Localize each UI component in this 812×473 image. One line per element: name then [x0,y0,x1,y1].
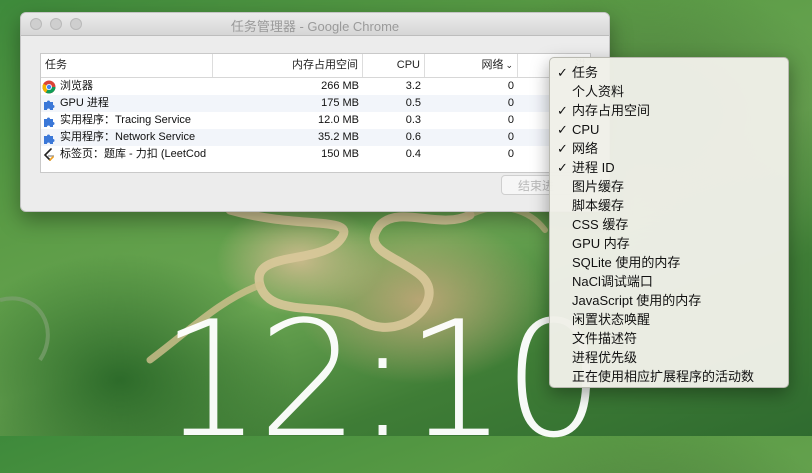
puzzle-icon [42,114,56,128]
table-row[interactable]: 浏览器 266 MB 3.2 0 [41,78,590,95]
checkmark-icon: ✓ [557,103,568,118]
table-row[interactable]: 实用程序：Tracing Service 12.0 MB 0.3 0 [41,112,590,129]
table-row[interactable]: 标签页：题库 - 力扣 (LeetCod 150 MB 0.4 0 [41,146,590,163]
checkmark-icon: ✓ [557,65,568,80]
menu-item[interactable]: 脚本缓存 [550,196,788,215]
menu-item[interactable]: ✓ 网络 [550,139,788,158]
task-cell: 实用程序：Network Service [41,129,213,146]
task-cell: 标签页：题库 - 力扣 (LeetCod [41,146,213,163]
menu-item[interactable]: ✓ 进程 ID [550,158,788,177]
task-manager-window: 任务管理器 - Google Chrome 任务 内存占用空间 CPU 网络 ⌄ … [20,12,610,212]
puzzle-icon [42,97,56,111]
task-cell: 浏览器 [41,78,213,95]
menu-item[interactable]: GPU 内存 [550,234,788,253]
menu-item-label: SQLite 使用的内存 [572,255,681,270]
window-title: 任务管理器 - Google Chrome [230,19,400,34]
column-context-menu: ✓ 任务个人资料 ✓ 内存占用空间 ✓ CPU ✓ 网络 ✓ 进程 ID 图片缓存脚本缓存 CSS 缓… [549,57,789,388]
cpu-cell: 0.4 [405,148,421,160]
cpu-cell: 0.5 [405,97,421,109]
cpu-cell: 0.3 [405,114,421,126]
menu-item[interactable]: 文件描述符 [550,329,788,348]
menu-item[interactable]: 正在使用相应扩展程序的活动数 [550,367,788,386]
chrome-icon [42,80,56,94]
leetcode-icon [42,147,56,162]
menu-item[interactable]: 图片缓存 [550,177,788,196]
menu-item-label: CSS 缓存 [572,217,629,232]
task-cell: 实用程序：Tracing Service [41,112,213,129]
column-header-task[interactable]: 任务 [41,54,213,77]
menu-item[interactable]: JavaScript 使用的内存 [550,291,788,310]
table-row[interactable]: GPU 进程 175 MB 0.5 0 [41,95,590,112]
column-header-network[interactable]: 网络 ⌄ [425,54,518,77]
task-name: 实用程序：Tracing Service [60,114,192,126]
menu-item[interactable]: ✓ CPU [550,120,788,139]
menu-item-label: 图片缓存 [572,179,625,194]
memory-cell: 12.0 MB [318,114,359,126]
table-row[interactable]: 实用程序：Network Service 35.2 MB 0.6 0 [41,129,590,146]
menu-item-label: 正在使用相应扩展程序的活动数 [572,369,755,384]
cpu-cell: 3.2 [405,80,421,92]
task-name: 实用程序：Network Service [60,131,196,143]
menu-item[interactable]: 闲置状态唤醒 [550,310,788,329]
menu-item-label: 个人资料 [572,84,625,99]
network-cell: 0 [507,80,514,92]
column-header-network-label: 网络 [481,59,504,71]
task-name: 浏览器 [60,80,93,92]
memory-cell: 150 MB [321,148,359,160]
menu-item-label: 脚本缓存 [572,198,625,213]
menu-item-label: GPU 内存 [572,236,630,251]
menu-item[interactable]: ✓ 内存占用空间 [550,101,788,120]
sort-chevron-down-icon: ⌄ [505,60,513,70]
menu-item-label: 任务 [572,65,599,80]
column-header-cpu[interactable]: CPU [363,54,425,77]
network-cell: 0 [507,114,514,126]
cpu-cell: 0.6 [405,131,421,143]
process-table: 任务 内存占用空间 CPU 网络⌄ 进 浏览器 266 MB 3.2 0 GPU 进程 1… [40,53,591,173]
memory-cell: 35.2 MB [318,131,359,143]
menu-item-label: NaCl调试端口 [572,274,653,289]
menu-item-label: 进程 ID [572,160,615,175]
menu-item-label: 文件描述符 [572,331,638,346]
puzzle-icon [42,131,56,145]
menu-item-list: ✓ 任务个人资料 ✓ 内存占用空间 ✓ CPU ✓ 网络 ✓ 进程 ID 图片缓存脚本缓存 CSS 缓… [550,63,788,386]
lock-screen-clock: 12:10 [160,286,605,473]
task-name: 标签页：题库 - 力扣 (LeetCod [60,148,207,160]
memory-cell: 175 MB [321,97,359,109]
task-name: GPU 进程 [60,97,109,109]
network-cell: 0 [507,148,514,160]
checkmark-icon: ✓ [557,141,568,156]
menu-item[interactable]: SQLite 使用的内存 [550,253,788,272]
menu-item-label: 进程优先级 [572,350,638,365]
window-titlebar[interactable]: 任务管理器 - Google Chrome [21,13,609,36]
task-cell: GPU 进程 [41,95,213,112]
menu-item-label: CPU [572,122,600,137]
menu-item[interactable]: NaCl调试端口 [550,272,788,291]
table-body: 浏览器 266 MB 3.2 0 GPU 进程 175 MB 0.5 0 实用程序：Tracin… [41,78,590,163]
checkmark-icon: ✓ [557,122,568,137]
network-cell: 0 [507,97,514,109]
column-header-memory[interactable]: 内存占用空间 [213,54,363,77]
menu-item-label: JavaScript 使用的内存 [572,293,702,308]
table-header: 任务 内存占用空间 CPU 网络⌄ 进 [41,54,590,78]
menu-item[interactable]: 进程优先级 [550,348,788,367]
menu-item[interactable]: 个人资料 [550,82,788,101]
menu-item-label: 网络 [572,141,599,156]
menu-item[interactable]: CSS 缓存 [550,215,788,234]
memory-cell: 266 MB [321,80,359,92]
menu-item[interactable]: ✓ 任务 [550,63,788,82]
menu-item-label: 内存占用空间 [572,103,651,118]
checkmark-icon: ✓ [557,160,568,175]
menu-item-label: 闲置状态唤醒 [572,312,651,327]
network-cell: 0 [507,131,514,143]
